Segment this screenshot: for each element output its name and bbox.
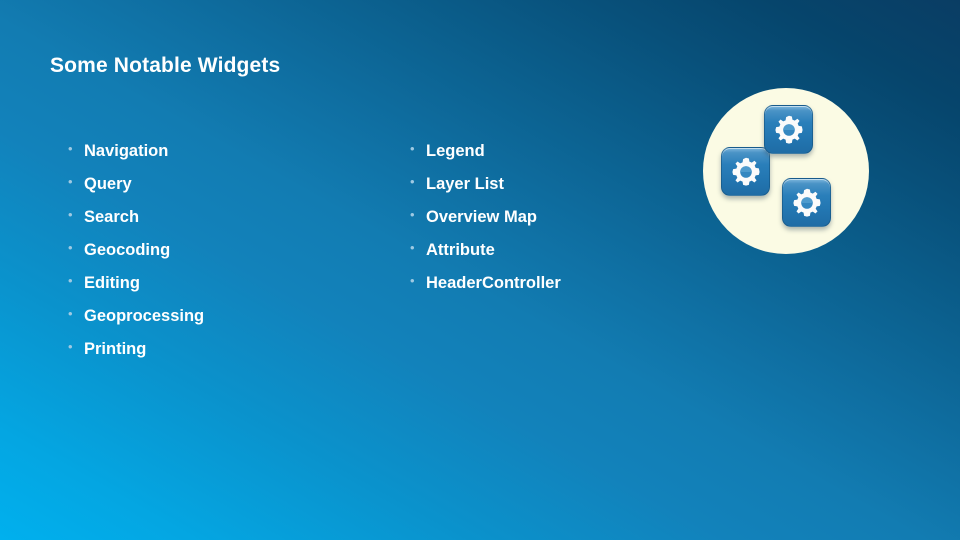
list-item: • Editing <box>68 273 388 308</box>
bullet-icon: • <box>68 141 73 156</box>
gear-icon <box>774 115 803 144</box>
gear-tile <box>764 105 813 154</box>
list-item-label: Printing <box>84 340 147 358</box>
list-item-label: Editing <box>84 274 140 292</box>
bullet-icon: • <box>68 339 73 354</box>
bullet-icon: • <box>410 273 415 288</box>
list-item: • HeaderController <box>410 273 710 308</box>
bullet-icon: • <box>410 240 415 255</box>
list-item: • Overview Map <box>410 207 710 242</box>
bullet-icon: • <box>410 141 415 156</box>
list-item-label: Query <box>84 175 132 193</box>
list-item: • Navigation <box>68 141 388 176</box>
gear-tile <box>782 178 831 227</box>
list-item: • Query <box>68 174 388 209</box>
widget-list-right-column: • Legend • Layer List • Overview Map • A… <box>410 141 710 308</box>
page-title: Some Notable Widgets <box>50 54 281 77</box>
gear-icon <box>731 157 760 186</box>
bullet-icon: • <box>410 174 415 189</box>
list-item: • Layer List <box>410 174 710 209</box>
list-item-label: Layer List <box>426 175 504 193</box>
bullet-icon: • <box>68 174 73 189</box>
list-item: • Search <box>68 207 388 242</box>
list-item: • Legend <box>410 141 710 176</box>
gear-icon <box>792 188 821 217</box>
list-item-label: Attribute <box>426 241 495 259</box>
list-item: • Attribute <box>410 240 710 275</box>
gear-tile <box>721 147 770 196</box>
bullet-icon: • <box>410 207 415 222</box>
list-item-label: Legend <box>426 142 485 160</box>
bullet-icon: • <box>68 240 73 255</box>
list-item-label: Geocoding <box>84 241 171 259</box>
list-item-label: Navigation <box>84 142 169 160</box>
widget-list-left-column: • Navigation • Query • Search • Geocodin… <box>68 141 388 374</box>
list-item-label: Search <box>84 208 140 226</box>
list-item-label: HeaderController <box>426 274 561 292</box>
list-item: • Geocoding <box>68 240 388 275</box>
bullet-icon: • <box>68 273 73 288</box>
slide-canvas: Some Notable Widgets • Navigation • Quer… <box>0 0 960 540</box>
list-item: • Geoprocessing <box>68 306 388 341</box>
gear-tiles-graphic <box>703 88 869 254</box>
bullet-icon: • <box>68 306 73 321</box>
list-item: • Printing <box>68 339 388 374</box>
list-item-label: Overview Map <box>426 208 537 226</box>
list-item-label: Geoprocessing <box>84 307 205 325</box>
bullet-icon: • <box>68 207 73 222</box>
